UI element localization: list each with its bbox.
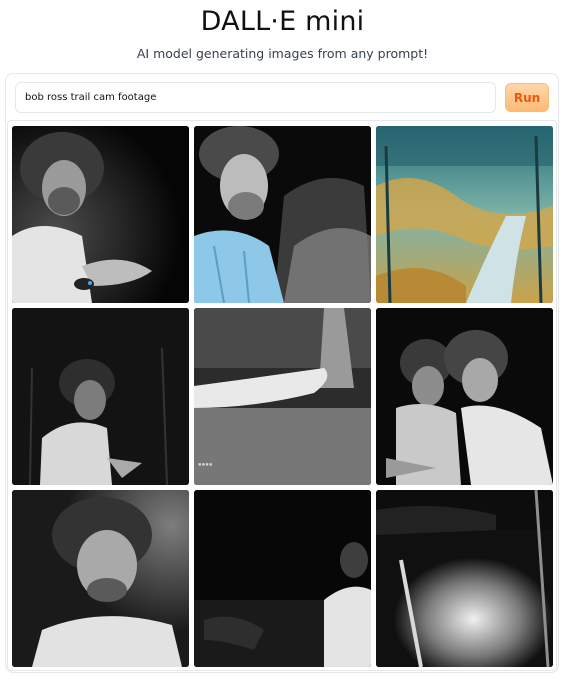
generated-image-4[interactable] [12, 308, 189, 485]
page-subtitle: AI model generating images from any prom… [136, 46, 429, 61]
run-button[interactable]: Run [505, 83, 549, 112]
generated-image-1[interactable] [12, 126, 189, 303]
svg-text:▪▪▪▪: ▪▪▪▪ [198, 461, 212, 468]
generated-image-2[interactable] [194, 126, 371, 303]
generated-image-5[interactable]: ▪▪▪▪ [194, 308, 371, 485]
generated-image-8[interactable] [194, 490, 371, 667]
generated-image-3[interactable] [376, 126, 553, 303]
generated-image-9[interactable] [376, 490, 553, 667]
prompt-input[interactable] [15, 82, 496, 113]
generated-image-7[interactable] [12, 490, 189, 667]
generated-image-6[interactable] [376, 308, 553, 485]
page-title: DALL·E mini [200, 6, 365, 37]
